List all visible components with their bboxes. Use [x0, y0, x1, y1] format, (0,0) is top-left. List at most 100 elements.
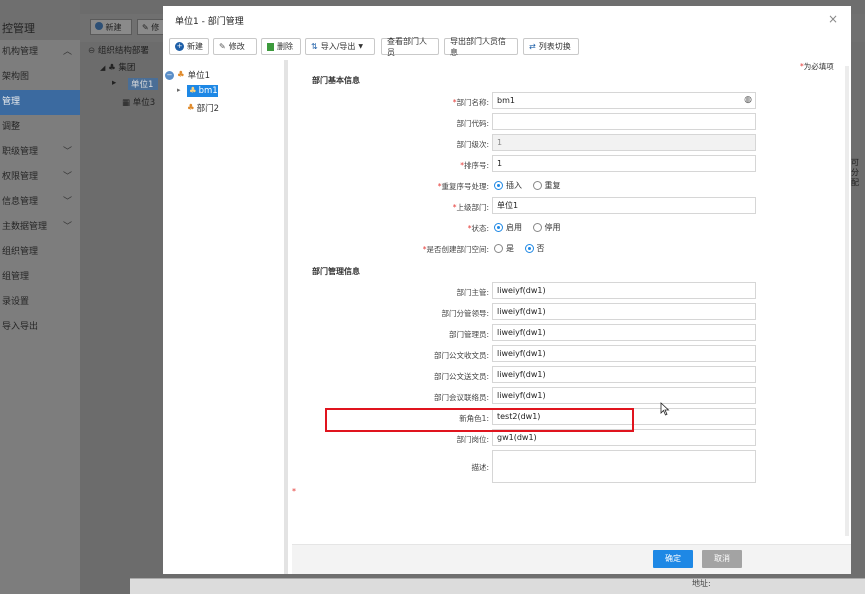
- doc-sender-input[interactable]: liweiyf(dw1): [492, 366, 756, 383]
- sidebar-menu-item: 主数据管理 ﹀: [0, 215, 80, 240]
- confirm-button[interactable]: 确定: [653, 550, 693, 568]
- chevron-down-icon: ﹀: [62, 197, 72, 207]
- radio-repeat[interactable]: 重复: [532, 180, 561, 191]
- sidebar-menu-item: 管理: [0, 90, 80, 115]
- department-tree: − ♣ 单位1 ▸ ♣ bm1 ♣ 部门2: [163, 60, 288, 574]
- org-icon: ♣: [108, 63, 116, 73]
- department-dialog: 单位1 - 部门管理 × + 新建 ✎ 修改 删除 ⇅ 导入/导出 ▼ 查看部门…: [163, 6, 851, 574]
- admin-label: 部门管理员:: [448, 330, 489, 339]
- sidebar-menu-item: 职级管理 ﹀: [0, 140, 80, 165]
- highlight-box: [325, 408, 634, 432]
- doc-receiver-label: 部门公文收文员:: [433, 351, 489, 360]
- leader-input[interactable]: liweiyf(dw1): [492, 303, 756, 320]
- bg-bottom-bar: [130, 578, 865, 594]
- required-note: *为必填项: [800, 62, 834, 71]
- delete-button[interactable]: 删除: [261, 38, 301, 55]
- sidebar-menu-item: 机构管理 ︿: [0, 40, 80, 65]
- create-space-label: *是否创建部门空间:: [422, 245, 489, 254]
- manager-label: 部门主管:: [456, 288, 489, 297]
- section-manage-info: 部门管理信息: [312, 267, 360, 276]
- import-export-dropdown[interactable]: ⇅ 导入/导出 ▼: [305, 38, 375, 55]
- radio-disabled[interactable]: 停用: [532, 222, 561, 233]
- collapse-icon[interactable]: −: [165, 70, 174, 80]
- sidebar-menu-item: 导入导出: [2, 322, 39, 332]
- department-icon: ♣: [187, 103, 195, 113]
- sidebar-menu-item: 信息管理 ﹀: [0, 190, 80, 215]
- manager-input[interactable]: liweiyf(dw1): [492, 282, 756, 299]
- tree-node-bm1[interactable]: ♣ bm1: [187, 85, 218, 97]
- dialog-title: 单位1 - 部门管理: [175, 17, 244, 27]
- bg-new-button: 新建: [90, 19, 132, 35]
- status-radio-group: 启用 停用: [494, 222, 569, 234]
- view-members-button[interactable]: 查看部门人员: [381, 37, 439, 57]
- edit-icon: ✎: [219, 42, 226, 51]
- edit-button[interactable]: ✎ 修改: [213, 38, 257, 55]
- department-code-input[interactable]: [492, 113, 756, 130]
- form-scrollbar[interactable]: [845, 66, 849, 536]
- sort-label: *排序号:: [460, 161, 489, 170]
- department-level-input: 1: [492, 134, 756, 151]
- parent-department-input[interactable]: 单位1: [492, 197, 756, 214]
- doc-receiver-input[interactable]: liweiyf(dw1): [492, 345, 756, 362]
- required-mark-stray: *: [292, 487, 296, 496]
- sort-number-input[interactable]: 1: [492, 155, 756, 172]
- bg-tree-expand: ▸: [112, 78, 117, 88]
- dup-sort-label: *重复序号处理:: [437, 182, 489, 191]
- dialog-footer: 确定 取消: [292, 544, 851, 574]
- tree-root-node[interactable]: − ♣ 单位1: [165, 69, 210, 81]
- dialog-toolbar: + 新建 ✎ 修改 删除 ⇅ 导入/导出 ▼ 查看部门人员 导出部门人员信息 ⇄…: [163, 37, 851, 57]
- bg-tree-unit1: 单位1: [128, 78, 158, 90]
- chevron-down-icon: ▼: [358, 43, 364, 50]
- sidebar-menu-item: 组织管理: [2, 247, 39, 257]
- mouse-cursor-icon: [660, 402, 670, 416]
- sidebar-menu-item: 录设置: [2, 297, 30, 307]
- leader-label: 部门分管领导:: [441, 309, 489, 318]
- tree-node-dept2[interactable]: ♣ 部门2: [187, 102, 219, 114]
- globe-icon[interactable]: ◍: [744, 95, 752, 105]
- meeting-liaison-input[interactable]: liweiyf(dw1): [492, 387, 756, 404]
- radio-enabled[interactable]: 启用: [494, 222, 522, 233]
- cancel-button[interactable]: 取消: [702, 550, 742, 568]
- department-form: *为必填项 部门基本信息 *部门名称: bm1 ◍ 部门代码: 部门级次: 1 …: [292, 60, 851, 544]
- parent-label: *上级部门:: [452, 203, 489, 212]
- bg-tree-unit3: ▦ 单位3: [122, 98, 156, 108]
- radio-insert[interactable]: 插入: [494, 180, 522, 191]
- chevron-up-icon: ︿: [62, 47, 72, 57]
- bg-right-text: 可 分配: [851, 158, 859, 187]
- import-export-icon: ⇅: [311, 42, 318, 51]
- admin-input[interactable]: liweiyf(dw1): [492, 324, 756, 341]
- sidebar-menu-item: 权限管理 ﹀: [0, 165, 80, 190]
- unit-icon: ▦: [122, 98, 131, 108]
- bg-bottom-label: 地址:: [692, 579, 711, 588]
- section-basic-info: 部门基本信息: [312, 76, 360, 85]
- edit-icon: ✎: [142, 23, 149, 32]
- sidebar-menu-item: 调整: [2, 122, 21, 132]
- status-label: *状态:: [467, 224, 489, 233]
- bg-tree-group: ◢ ♣ 集团: [100, 63, 136, 73]
- department-name-input[interactable]: bm1 ◍: [492, 92, 756, 109]
- meeting-liaison-label: 部门会议联络员:: [433, 393, 489, 402]
- export-members-button[interactable]: 导出部门人员信息: [444, 37, 518, 57]
- list-switch-button[interactable]: ⇄ 列表切换: [523, 38, 579, 55]
- department-icon: ♣: [189, 86, 197, 96]
- description-textarea[interactable]: [492, 450, 756, 483]
- switch-icon: ⇄: [529, 42, 536, 51]
- post-label: 部门岗位:: [456, 435, 489, 444]
- radio-no[interactable]: 否: [524, 243, 545, 254]
- name-label: *部门名称:: [452, 98, 489, 107]
- desc-label: 描述:: [471, 463, 489, 472]
- radio-yes[interactable]: 是: [494, 243, 514, 254]
- dup-sort-radio-group: 插入 重复: [494, 180, 569, 192]
- trash-icon: [267, 42, 274, 51]
- code-label: 部门代码:: [456, 119, 489, 128]
- chevron-down-icon: ﹀: [62, 147, 72, 157]
- new-button[interactable]: + 新建: [169, 38, 209, 55]
- doc-sender-label: 部门公文送文员:: [433, 372, 489, 381]
- create-space-radio-group: 是 否: [494, 243, 553, 255]
- sidebar-menu-item: 架构图: [2, 72, 30, 82]
- plus-icon: +: [175, 42, 184, 51]
- close-icon[interactable]: ×: [828, 12, 838, 26]
- sidebar-menu-item: 组管理: [2, 272, 30, 282]
- expand-icon[interactable]: ▸: [177, 86, 181, 94]
- plus-icon: [95, 22, 103, 30]
